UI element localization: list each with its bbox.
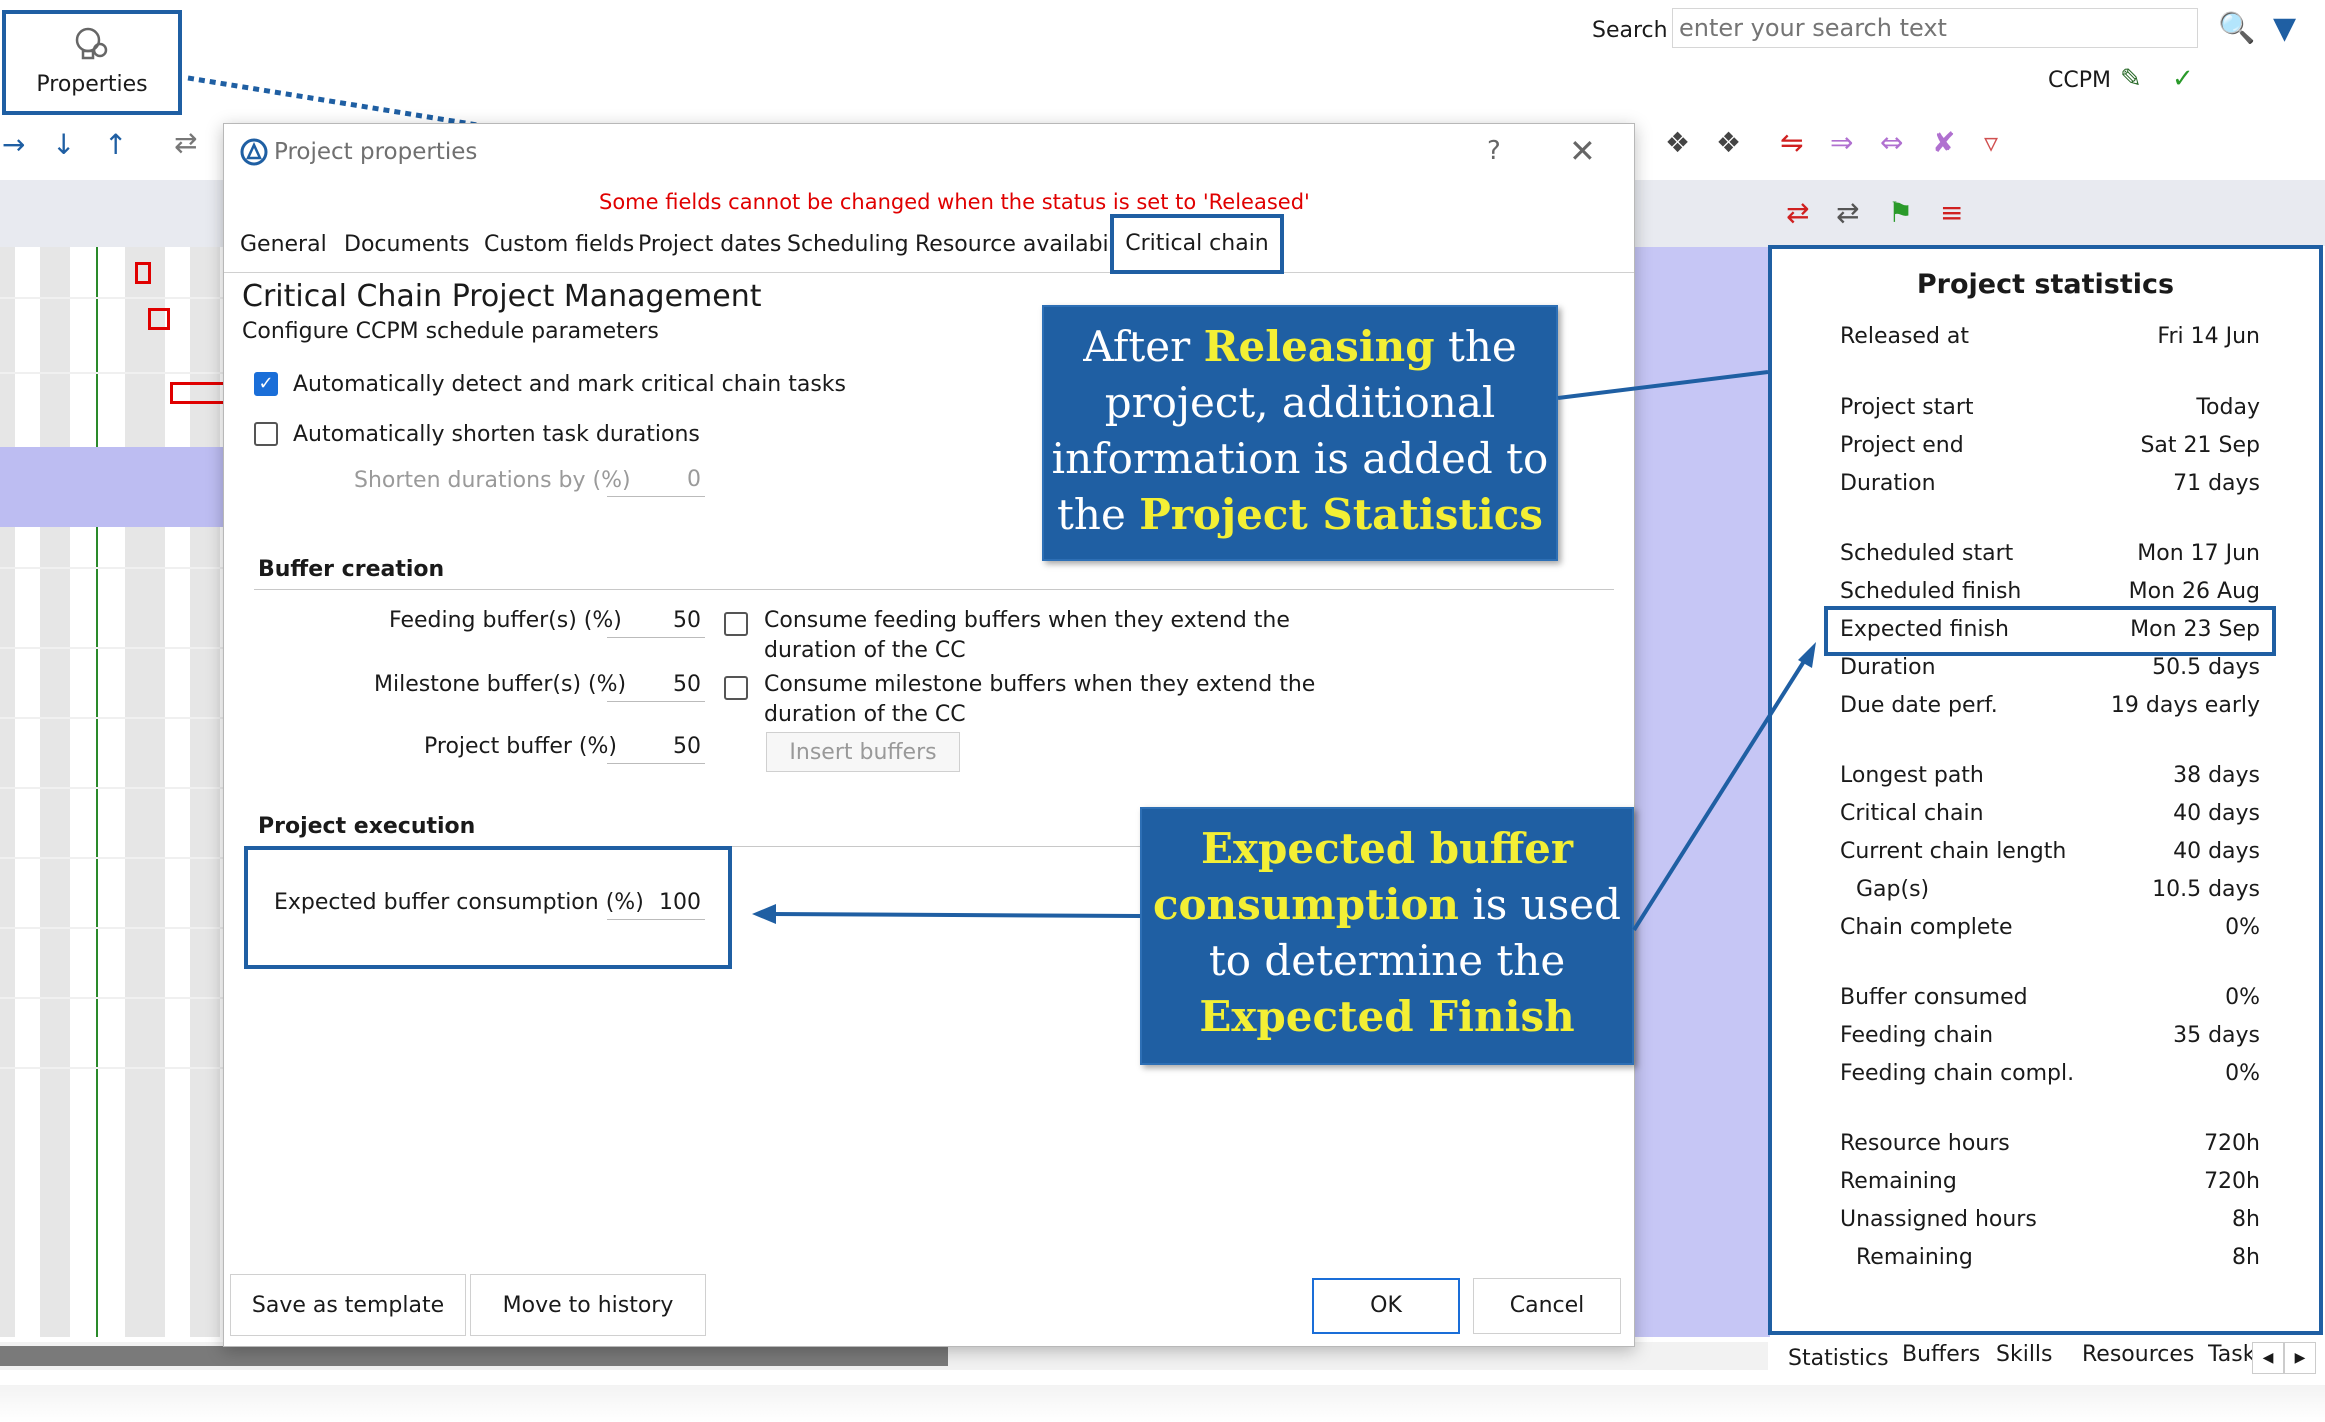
callout-connectors (752, 370, 1816, 932)
